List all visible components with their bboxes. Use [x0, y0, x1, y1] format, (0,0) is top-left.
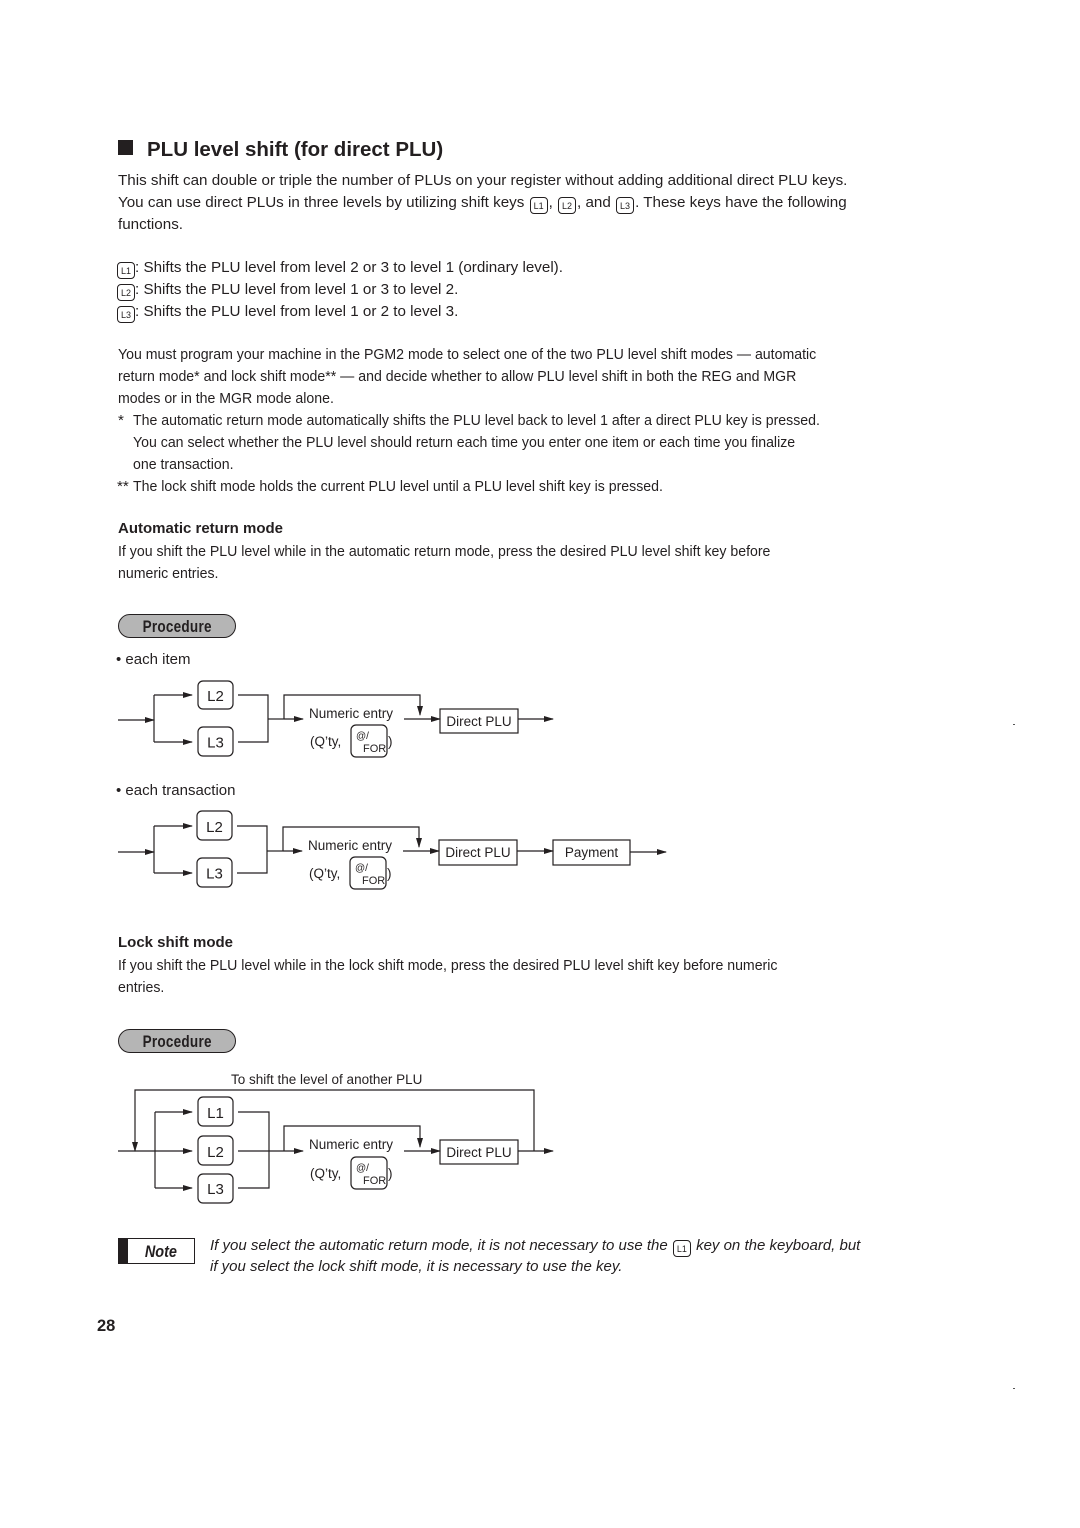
key-l2-icon: L2	[117, 284, 135, 301]
section-title: PLU level shift (for direct PLU)	[118, 138, 443, 162]
direct-plu-label: Direct PLU	[446, 1145, 511, 1160]
footnote-mark: *	[118, 412, 124, 429]
key-l3-icon: L3	[117, 306, 135, 323]
key-l1-icon: L1	[117, 262, 135, 279]
qty-suffix: )	[387, 866, 392, 881]
merge-line	[237, 825, 268, 874]
intro-line-1: This shift can double or triple the numb…	[118, 172, 848, 189]
key-l3-icon: L3	[616, 197, 635, 214]
square-bullet-icon	[118, 140, 133, 155]
key-l2-icon: L2	[558, 197, 577, 214]
scan-artifact	[1013, 724, 1015, 725]
merge-line	[238, 694, 269, 743]
key-l2-label: L2	[207, 1144, 224, 1161]
for-key-top: @/	[356, 731, 369, 742]
key-function-item: L2: Shifts the PLU level from level 1 or…	[117, 279, 458, 301]
for-key-top: @/	[356, 1163, 369, 1174]
key-function-item: L1: Shifts the PLU level from level 2 or…	[117, 257, 563, 279]
procedure-badge: Procedure	[118, 1029, 236, 1053]
for-key-bottom: FOR	[363, 1175, 386, 1187]
footnote-line: one transaction.	[133, 456, 234, 473]
lock-shift-flow-diagram: To shift the level of another PLU L1 L2 …	[118, 1072, 554, 1204]
each-transaction-label: • each transaction	[116, 782, 236, 799]
key-l2-label: L2	[206, 819, 223, 836]
numeric-entry-label: Numeric entry	[309, 1137, 393, 1152]
key-l3-label: L3	[206, 866, 223, 883]
lock-shift-text: If you shift the PLU level while in the …	[118, 957, 778, 974]
intro-line-2: You can use direct PLUs in three levels …	[118, 192, 847, 214]
key-function-item: L3: Shifts the PLU level from level 1 or…	[117, 301, 458, 323]
key-l1-icon: L1	[529, 197, 548, 214]
for-key-bottom: FOR	[362, 875, 385, 887]
direct-plu-label: Direct PLU	[445, 845, 510, 860]
footnote-line: The lock shift mode holds the current PL…	[133, 478, 663, 495]
key-l2-label: L2	[207, 688, 224, 705]
automatic-return-heading: Automatic return mode	[118, 520, 284, 537]
footnote-mark: **	[117, 478, 129, 495]
page-number: 28	[97, 1317, 116, 1335]
numeric-entry-label: Numeric entry	[308, 838, 392, 853]
qty-prefix: (Q’ty,	[310, 734, 341, 749]
qty-prefix: (Q’ty,	[310, 1166, 341, 1181]
qty-prefix: (Q’ty,	[309, 866, 340, 881]
each-item-flow-diagram: L2 L3 Numeric entry (Q’ty, @/ FOR ) Dire…	[118, 680, 554, 758]
note-line-2: if you select the lock shift mode, it is…	[210, 1258, 623, 1275]
key-l3-label: L3	[207, 735, 224, 752]
mode-paragraph-line: modes or in the MGR mode alone.	[118, 390, 334, 407]
mode-paragraph-line: return mode* and lock shift mode** — and…	[118, 368, 797, 385]
note-badge: Note	[118, 1238, 195, 1264]
intro-line-3: functions.	[118, 216, 184, 233]
key-l3-label: L3	[207, 1181, 224, 1198]
note-line-1: If you select the automatic return mode,…	[210, 1236, 860, 1257]
merge-line	[238, 1111, 270, 1189]
qty-suffix: )	[388, 734, 393, 749]
for-key-top: @/	[355, 863, 368, 874]
footnote-line: The automatic return mode automatically …	[133, 412, 820, 429]
key-l1-icon: L1	[672, 1240, 691, 1257]
numeric-entry-label: Numeric entry	[309, 706, 393, 721]
note-bar-icon	[119, 1239, 128, 1263]
payment-label: Payment	[565, 845, 619, 860]
mode-paragraph-line: You must program your machine in the PGM…	[118, 346, 817, 363]
automatic-return-text: If you shift the PLU level while in the …	[118, 543, 771, 560]
direct-plu-label: Direct PLU	[446, 714, 511, 729]
each-item-label: • each item	[116, 651, 191, 668]
lock-shift-heading: Lock shift mode	[118, 934, 234, 951]
each-transaction-flow-diagram: L2 L3 Numeric entry (Q’ty, @/ FOR ) Dire…	[118, 810, 667, 890]
key-l1-label: L1	[207, 1105, 224, 1122]
for-key-bottom: FOR	[363, 743, 386, 755]
procedure-badge: Procedure	[118, 614, 236, 638]
qty-suffix: )	[388, 1166, 393, 1181]
lock-shift-text: entries.	[118, 979, 165, 996]
note-text: If you select the automatic return mode,…	[210, 1236, 860, 1278]
automatic-return-text: numeric entries.	[118, 565, 219, 582]
footnote-line: You can select whether the PLU level sho…	[133, 434, 796, 451]
loop-label: To shift the level of another PLU	[231, 1072, 422, 1087]
scan-artifact	[1013, 1388, 1015, 1389]
